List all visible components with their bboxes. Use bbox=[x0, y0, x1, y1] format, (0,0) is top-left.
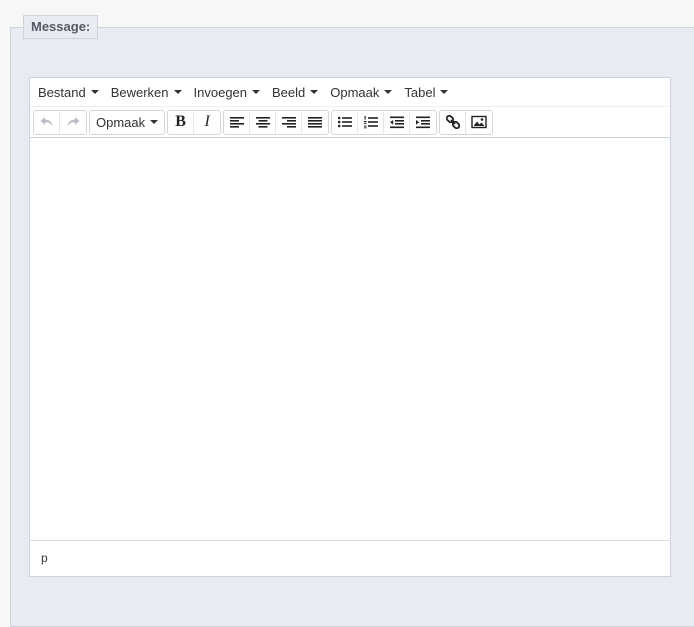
menu-tabel[interactable]: Tabel bbox=[398, 79, 454, 105]
italic-button[interactable]: I bbox=[194, 111, 220, 134]
numbered-list-button[interactable] bbox=[358, 110, 385, 134]
message-legend: Message: bbox=[23, 15, 99, 39]
bold-icon: B bbox=[175, 113, 186, 130]
caret-down-icon bbox=[384, 90, 393, 94]
undo-icon bbox=[40, 117, 52, 127]
align-center-icon bbox=[255, 117, 270, 128]
editor-statusbar: p bbox=[30, 540, 670, 576]
bold-button[interactable]: B bbox=[168, 110, 195, 134]
caret-down-icon bbox=[150, 120, 159, 124]
align-left-icon bbox=[229, 117, 244, 128]
list-group bbox=[331, 109, 438, 135]
align-justify-button[interactable] bbox=[302, 111, 328, 134]
insert-group bbox=[439, 109, 494, 135]
outdent-button[interactable] bbox=[384, 110, 411, 134]
italic-icon: I bbox=[204, 113, 210, 130]
format-select-group: Opmaak bbox=[89, 109, 166, 135]
editor-content-area[interactable] bbox=[30, 138, 670, 540]
menu-label: Invoegen bbox=[193, 84, 248, 100]
numbered-list-icon bbox=[363, 116, 378, 129]
menu-opmaak[interactable]: Opmaak bbox=[324, 79, 398, 105]
bullet-list-button[interactable] bbox=[332, 110, 359, 134]
menu-label: Opmaak bbox=[330, 84, 380, 100]
history-group bbox=[33, 109, 87, 135]
menu-label: Beeld bbox=[272, 84, 306, 100]
redo-icon bbox=[67, 117, 80, 127]
redo-button[interactable] bbox=[60, 111, 86, 134]
caret-down-icon bbox=[173, 90, 182, 94]
align-center-button[interactable] bbox=[250, 110, 277, 134]
editor-menubar: Bestand Bewerken Invoegen Beeld Opmaak T… bbox=[30, 78, 670, 107]
alignment-group bbox=[223, 109, 330, 135]
indent-button[interactable] bbox=[410, 111, 436, 134]
link-button[interactable] bbox=[440, 110, 467, 134]
menu-beeld[interactable]: Beeld bbox=[266, 79, 324, 105]
format-select-value: Opmaak bbox=[96, 114, 146, 130]
align-left-button[interactable] bbox=[224, 110, 251, 134]
align-justify-icon bbox=[308, 117, 323, 128]
indent-icon bbox=[416, 116, 431, 129]
menu-bestand[interactable]: Bestand bbox=[32, 79, 105, 105]
undo-button[interactable] bbox=[34, 110, 60, 134]
caret-down-icon bbox=[90, 90, 99, 94]
menu-label: Tabel bbox=[404, 84, 436, 100]
menu-invoegen[interactable]: Invoegen bbox=[188, 79, 267, 105]
element-path[interactable]: p bbox=[41, 551, 48, 565]
align-right-button[interactable] bbox=[276, 110, 303, 134]
format-select[interactable]: Opmaak bbox=[90, 111, 164, 134]
menu-bewerken[interactable]: Bewerken bbox=[105, 79, 188, 105]
outdent-icon bbox=[389, 116, 404, 129]
bullet-list-icon bbox=[337, 116, 352, 128]
menu-label: Bewerken bbox=[110, 84, 169, 100]
menu-label: Bestand bbox=[38, 84, 86, 100]
image-button[interactable] bbox=[466, 111, 492, 134]
rich-text-editor: Bestand Bewerken Invoegen Beeld Opmaak T… bbox=[29, 77, 671, 577]
caret-down-icon bbox=[310, 90, 319, 94]
text-style-group: B I bbox=[167, 109, 222, 135]
link-icon bbox=[445, 114, 460, 130]
caret-down-icon bbox=[252, 90, 261, 94]
caret-down-icon bbox=[440, 90, 449, 94]
editor-toolbar: Opmaak B I bbox=[30, 107, 670, 138]
image-icon bbox=[471, 115, 487, 129]
align-right-icon bbox=[281, 117, 296, 128]
